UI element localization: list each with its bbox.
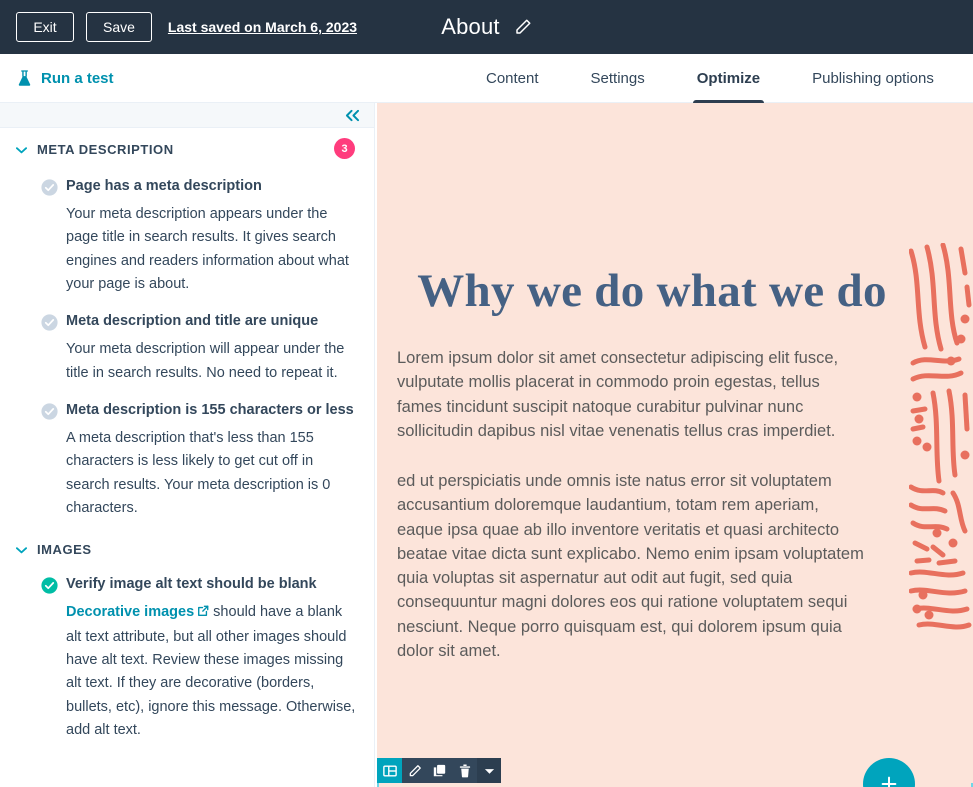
section-title-images: IMAGES	[37, 542, 92, 558]
module-toolbar	[377, 758, 501, 783]
trash-icon[interactable]	[452, 758, 477, 783]
pencil-icon[interactable]	[402, 758, 427, 783]
check-item-body: should have a blank alt text attribute, …	[66, 604, 356, 739]
check-circle-icon	[41, 314, 58, 332]
status-badge: 3	[334, 138, 355, 159]
check-item-body: A meta description that's less than 155 …	[66, 429, 331, 516]
save-button[interactable]: Save	[86, 11, 152, 43]
run-a-test-button[interactable]: Run a test	[0, 70, 114, 87]
tab-content[interactable]: Content	[460, 54, 565, 103]
last-saved-link[interactable]: Last saved on March 6, 2023	[168, 19, 357, 35]
tab-publishing-options[interactable]: Publishing options	[786, 54, 960, 103]
exit-button[interactable]: Exit	[16, 11, 74, 43]
optimize-sidebar: META DESCRIPTION 3 Page has a meta descr…	[0, 103, 375, 787]
check-circle-icon	[41, 403, 58, 420]
page-editor-optimize-screen: Exit Save Last saved on March 6, 2023 Ab…	[0, 0, 973, 787]
check-item-title: Meta description is 155 characters or le…	[66, 402, 354, 418]
check-item-title: Page has a meta description	[66, 178, 262, 194]
preview-content-block[interactable]: Why we do what we do Lorem ipsum dolor s…	[397, 103, 907, 663]
top-bar-left-group: Exit Save Last saved on March 6, 2023	[0, 11, 357, 43]
plus-icon	[879, 774, 899, 787]
sidebar-header-strip	[0, 103, 374, 128]
top-bar: Exit Save Last saved on March 6, 2023 Ab…	[0, 0, 973, 54]
page-preview-canvas[interactable]: Why we do what we do Lorem ipsum dolor s…	[377, 103, 973, 787]
copy-icon[interactable]	[427, 758, 452, 783]
body-paragraph-2[interactable]: ed ut perspiciatis unde omnis iste natus…	[397, 469, 867, 663]
double-chevron-left-icon[interactable]	[344, 109, 361, 122]
chevron-down-icon	[16, 146, 27, 154]
caret-down-icon[interactable]	[477, 758, 501, 783]
page-title: About	[441, 14, 500, 39]
check-item-body: Your meta description will appear under …	[66, 341, 345, 381]
secondary-nav-bar: Run a test Content Settings Optimize Pub…	[0, 54, 973, 104]
check-item-body: Your meta description appears under the …	[66, 205, 349, 292]
editor-tabs: Content Settings Optimize Publishing opt…	[460, 54, 960, 104]
sidebar-section-images[interactable]: IMAGES	[0, 520, 374, 565]
squiggle-pattern	[909, 243, 973, 643]
check-circle-icon	[41, 577, 58, 595]
body-paragraph-1[interactable]: Lorem ipsum dolor sit amet consectetur a…	[397, 346, 865, 443]
check-item-body-wrapper: Decorative images should have a blank al…	[40, 601, 356, 743]
check-circle-icon	[41, 179, 58, 196]
check-item-title: Meta description and title are unique	[66, 313, 319, 330]
tab-settings[interactable]: Settings	[565, 54, 671, 103]
layout-icon[interactable]	[377, 758, 402, 783]
section-title-meta-description: META DESCRIPTION	[37, 142, 174, 157]
check-item: Page has a meta description Your meta de…	[0, 177, 374, 296]
sidebar-section-meta-description[interactable]: META DESCRIPTION 3	[0, 128, 374, 165]
decorative-images-link[interactable]: Decorative images	[66, 604, 194, 620]
pencil-icon[interactable]	[514, 18, 532, 36]
tab-optimize[interactable]: Optimize	[671, 54, 786, 104]
check-item: Meta description and title are unique Yo…	[0, 312, 374, 385]
run-a-test-label: Run a test	[41, 69, 114, 87]
external-link-icon[interactable]	[197, 602, 209, 625]
flask-icon	[17, 69, 32, 87]
check-item: Verify image alt text should be blank De…	[0, 575, 374, 742]
chevron-down-icon	[16, 546, 27, 554]
hero-heading[interactable]: Why we do what we do	[397, 264, 907, 318]
check-item-title: Verify image alt text should be blank	[66, 576, 317, 593]
check-item: Meta description is 155 characters or le…	[0, 401, 374, 520]
add-module-button[interactable]	[863, 758, 915, 787]
